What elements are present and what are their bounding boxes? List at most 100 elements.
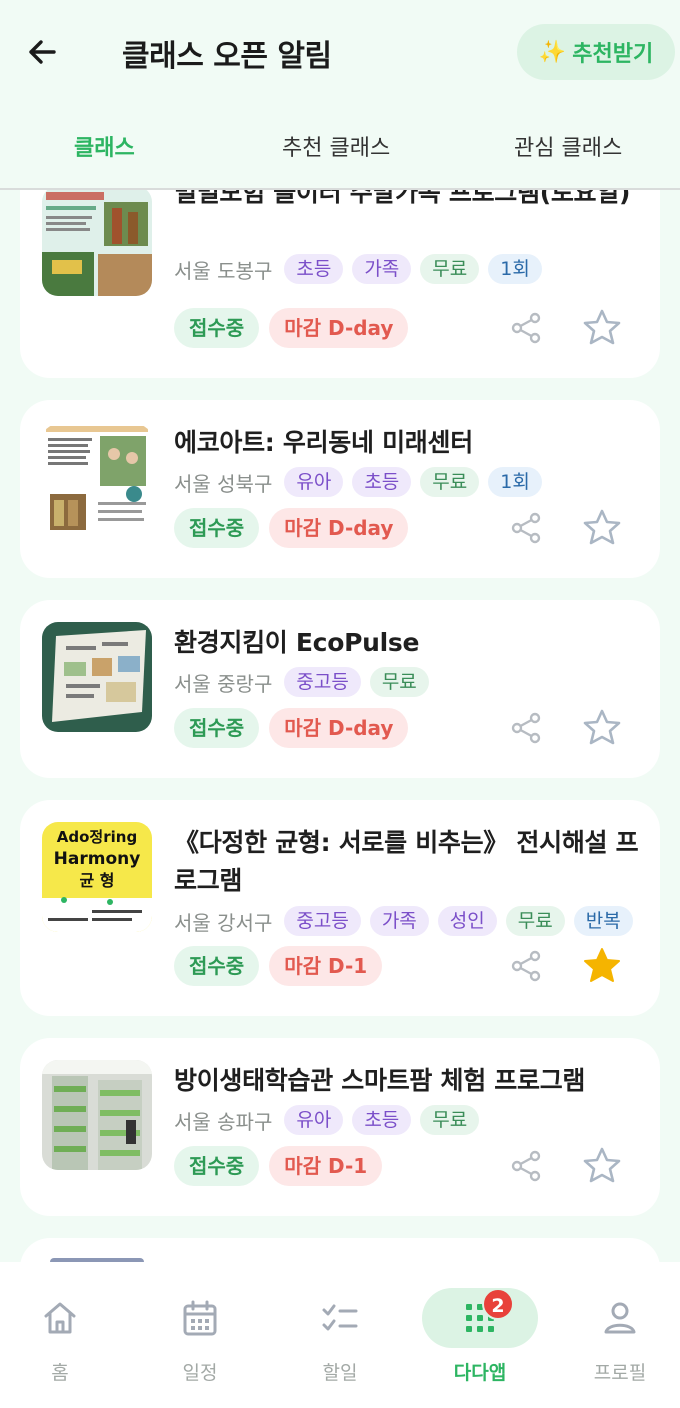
share-icon[interactable] bbox=[508, 948, 544, 984]
class-title: 《다정한 균형: 서로를 비추는》 전시해설 프로그램 bbox=[174, 828, 639, 895]
deadline-badge: 마감 D-1 bbox=[269, 946, 383, 986]
star-icon[interactable] bbox=[582, 308, 622, 348]
checklist-icon bbox=[322, 1304, 358, 1331]
status-row: 접수중 마감 D-day bbox=[174, 508, 409, 548]
thumb-text-line: 균 형 bbox=[79, 871, 114, 890]
tag-chip: 무료 bbox=[420, 1105, 480, 1135]
nav-schedule[interactable]: 일정 bbox=[132, 1262, 268, 1408]
nav-dadaapp[interactable]: 다다앱 bbox=[412, 1262, 548, 1408]
tag-chip: 반복 bbox=[573, 906, 633, 936]
class-card[interactable]: 환경지킴이 EcoPulse 서울 중랑구 중고등 무료 접수중 마감 D-da… bbox=[20, 600, 660, 778]
tag-chip: 초등 bbox=[352, 1105, 412, 1135]
nav-todo[interactable]: 할일 bbox=[272, 1262, 408, 1408]
calendar-icon bbox=[183, 1300, 217, 1336]
recommend-button-label: 추천받기 bbox=[572, 42, 654, 67]
status-row: 접수중 마감 D-day bbox=[174, 308, 409, 348]
back-arrow-icon bbox=[29, 40, 56, 64]
tag-chip: 무료 bbox=[505, 906, 565, 936]
profile-icon bbox=[604, 1302, 636, 1334]
status-badge: 접수중 bbox=[174, 1146, 260, 1186]
tab-interested-classes[interactable]: 관심 클래스 bbox=[514, 130, 622, 162]
tag-chip: 무료 bbox=[420, 467, 480, 497]
status-badge: 접수중 bbox=[174, 708, 260, 748]
class-card[interactable]: 별별모험 놀이터 주말가족 프로그램(토요일) 서울 도봉구 초등 가족 무료 … bbox=[20, 190, 660, 378]
nav-label: 일정 bbox=[182, 1362, 218, 1384]
class-meta: 서울 도봉구 초등 가족 무료 1회 bbox=[174, 254, 542, 284]
class-thumbnail bbox=[42, 1060, 152, 1170]
class-title: 에코아트: 우리동네 미래센터 bbox=[174, 428, 473, 457]
share-icon[interactable] bbox=[508, 1148, 544, 1184]
tag-chip: 1회 bbox=[488, 467, 542, 497]
star-icon[interactable] bbox=[582, 708, 622, 748]
class-location: 서울 중랑구 bbox=[174, 671, 273, 696]
thumb-text-line: Harmony bbox=[54, 849, 141, 869]
status-badge: 접수중 bbox=[174, 308, 260, 348]
nav-home[interactable]: 홈 bbox=[0, 1262, 128, 1408]
class-location: 서울 송파구 bbox=[174, 1109, 273, 1134]
deadline-badge: 마감 D-day bbox=[269, 308, 409, 348]
tag-chip: 초등 bbox=[284, 254, 344, 284]
status-row: 접수중 마감 D-day bbox=[174, 708, 409, 748]
deadline-badge: 마감 D-1 bbox=[269, 1146, 383, 1186]
nav-label: 홈 bbox=[51, 1362, 69, 1384]
status-row: 접수중 마감 D-1 bbox=[174, 946, 383, 986]
star-icon[interactable] bbox=[582, 1146, 622, 1186]
class-title: 환경지킴이 EcoPulse bbox=[174, 628, 420, 657]
recommend-button[interactable]: ✨ 추천받기 bbox=[517, 24, 675, 80]
class-card[interactable]: 방이생태학습관 스마트팜 체험 프로그램 서울 송파구 유아 초등 무료 접수중… bbox=[20, 1038, 660, 1216]
back-button[interactable] bbox=[20, 30, 64, 74]
share-icon[interactable] bbox=[508, 710, 544, 746]
class-meta: 서울 강서구 중고등 가족 성인 무료 반복 bbox=[174, 906, 633, 936]
share-icon[interactable] bbox=[508, 510, 544, 546]
sparkles-icon: ✨ bbox=[538, 39, 567, 65]
deadline-badge: 마감 D-day bbox=[269, 508, 409, 548]
class-meta: 서울 송파구 유아 초등 무료 bbox=[174, 1105, 480, 1135]
app-screen: 클래스 오픈 알림 ✨ 추천받기 클래스 추천 클래스 관심 클래스 별별모험 … bbox=[0, 0, 680, 1408]
bottom-navigation: 홈 일정 할일 다다앱 2 프로필 bbox=[0, 1262, 680, 1408]
deadline-badge: 마감 D-day bbox=[269, 708, 409, 748]
share-icon[interactable] bbox=[508, 310, 544, 346]
class-thumbnail bbox=[42, 622, 152, 732]
page-title: 클래스 오픈 알림 bbox=[122, 39, 332, 74]
tag-chip: 가족 bbox=[369, 906, 429, 936]
nav-label: 다다앱 bbox=[453, 1362, 507, 1384]
class-card[interactable]: Ado정ring Harmony 균 형 《다정한 균형: 서로를 비추는》 전… bbox=[20, 800, 660, 1016]
tag-chip: 유아 bbox=[284, 1105, 344, 1135]
class-thumbnail: Ado정ring Harmony 균 형 bbox=[42, 822, 152, 932]
tag-chip: 초등 bbox=[352, 467, 412, 497]
class-title: 방이생태학습관 스마트팜 체험 프로그램 bbox=[174, 1066, 586, 1095]
tag-chip: 가족 bbox=[352, 254, 412, 284]
class-location: 서울 도봉구 bbox=[174, 258, 273, 283]
class-title: 별별모험 놀이터 주말가족 프로그램(토요일) bbox=[174, 190, 631, 207]
home-icon bbox=[44, 1302, 76, 1334]
class-meta: 서울 중랑구 중고등 무료 bbox=[174, 667, 429, 697]
tag-chip: 중고등 bbox=[284, 906, 361, 936]
nav-profile[interactable]: 프로필 bbox=[552, 1262, 680, 1408]
tab-classes[interactable]: 클래스 bbox=[74, 130, 135, 162]
tag-chip: 중고등 bbox=[284, 667, 361, 697]
nav-label: 프로필 bbox=[593, 1362, 647, 1384]
tag-chip: 1회 bbox=[488, 254, 542, 284]
star-filled-icon[interactable] bbox=[582, 946, 622, 986]
class-location: 서울 성북구 bbox=[174, 471, 273, 496]
notification-badge: 2 bbox=[482, 1288, 514, 1320]
tag-chip: 무료 bbox=[369, 667, 429, 697]
status-badge: 접수중 bbox=[174, 508, 260, 548]
class-thumbnail bbox=[42, 190, 152, 296]
tab-bar: 클래스 추천 클래스 관심 클래스 bbox=[0, 110, 680, 190]
class-card[interactable] bbox=[20, 1238, 660, 1262]
tag-chip: 유아 bbox=[284, 467, 344, 497]
tag-chip: 무료 bbox=[420, 254, 480, 284]
status-badge: 접수중 bbox=[174, 946, 260, 986]
class-location: 서울 강서구 bbox=[174, 910, 273, 935]
status-row: 접수중 마감 D-1 bbox=[174, 1146, 383, 1186]
star-icon[interactable] bbox=[582, 508, 622, 548]
thumb-text-line: Ado정ring bbox=[57, 828, 137, 846]
class-card[interactable]: 에코아트: 우리동네 미래센터 서울 성북구 유아 초등 무료 1회 접수중 마… bbox=[20, 400, 660, 578]
class-list[interactable]: 별별모험 놀이터 주말가족 프로그램(토요일) 서울 도봉구 초등 가족 무료 … bbox=[0, 190, 680, 1262]
app-header: 클래스 오픈 알림 ✨ 추천받기 bbox=[0, 0, 680, 110]
nav-label: 할일 bbox=[322, 1362, 358, 1384]
class-meta: 서울 성북구 유아 초등 무료 1회 bbox=[174, 467, 542, 497]
tab-recommended-classes[interactable]: 추천 클래스 bbox=[282, 130, 390, 162]
tag-chip: 성인 bbox=[437, 906, 497, 936]
